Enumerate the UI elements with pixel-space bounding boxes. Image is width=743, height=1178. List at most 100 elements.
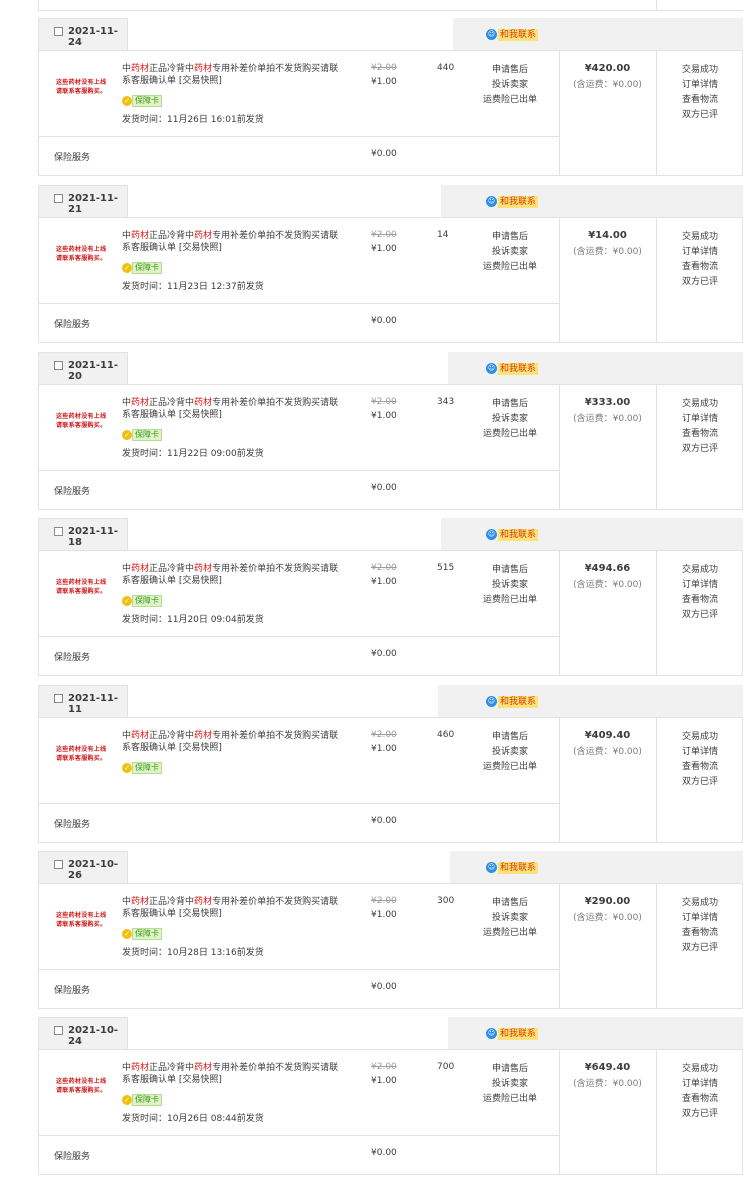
ship-time: 发货时间：11月22日 09:00前发货: [122, 449, 264, 459]
guarantee-card-badge[interactable]: ✓ 保障卡: [122, 428, 162, 441]
product-title-link[interactable]: 中药材正品冷背中药材专用补差价单拍不发货购买请联系客服确认单 [交易快照]: [122, 896, 347, 920]
complain-seller-link[interactable]: 投诉卖家: [480, 911, 540, 926]
view-logistics-link[interactable]: 查看物流: [682, 593, 718, 608]
order-detail-link[interactable]: 订单详情: [682, 1077, 718, 1092]
product-thumbnail[interactable]: 这些药材没有上线 请联系客服购买。: [56, 412, 116, 430]
freight-insurance-link[interactable]: 运费险已出单: [480, 427, 540, 442]
product-title-link[interactable]: 中药材正品冷背中药材专用补差价单拍不发货购买请联系客服确认单 [交易快照]: [122, 63, 347, 87]
product-thumbnail[interactable]: 这些药材没有上线 请联系客服购买。: [56, 745, 116, 763]
contact-seller-button[interactable]: ☺ 和我联系: [486, 695, 539, 708]
contact-seller-button[interactable]: ☺ 和我联系: [486, 861, 539, 874]
order-detail-link[interactable]: 订单详情: [682, 745, 718, 760]
total-amount: ¥420.00: [584, 63, 631, 74]
complain-seller-link[interactable]: 投诉卖家: [480, 578, 540, 593]
insurance-label: 保险服务: [54, 1152, 91, 1162]
review-status-link[interactable]: 双方已评: [682, 775, 718, 790]
order-checkbox[interactable]: [54, 27, 63, 36]
order-detail-link[interactable]: 订单详情: [682, 911, 718, 926]
shipping-fee: (含运费：¥0.00): [573, 80, 642, 90]
freight-insurance-link[interactable]: 运费险已出单: [480, 593, 540, 608]
order-checkbox[interactable]: [54, 361, 63, 370]
contact-seller-button[interactable]: ☺ 和我联系: [486, 195, 539, 208]
order-card: 2021-11-24 ☺ 和我联系 这些药材没有上线 请联系客服购买。 中药材正…: [38, 18, 743, 176]
insurance-amount: ¥0.00: [371, 316, 397, 326]
order-checkbox[interactable]: [54, 694, 63, 703]
apply-aftersale-link[interactable]: 申请售后: [480, 63, 540, 78]
view-logistics-link[interactable]: 查看物流: [682, 427, 718, 442]
view-logistics-link[interactable]: 查看物流: [682, 760, 718, 775]
product-thumbnail[interactable]: 这些药材没有上线 请联系客服购买。: [56, 1077, 116, 1095]
complain-seller-link[interactable]: 投诉卖家: [480, 1077, 540, 1092]
review-status-link[interactable]: 双方已评: [682, 275, 718, 290]
freight-insurance-link[interactable]: 运费险已出单: [480, 260, 540, 275]
view-logistics-link[interactable]: 查看物流: [682, 260, 718, 275]
freight-insurance-link[interactable]: 运费险已出单: [480, 1092, 540, 1107]
product-thumbnail[interactable]: 这些药材没有上线 请联系客服购买。: [56, 578, 116, 596]
total-amount: ¥649.40: [584, 1062, 631, 1073]
complain-seller-link[interactable]: 投诉卖家: [480, 745, 540, 760]
aftersale-links: 申请售后 投诉卖家 运费险已出单: [480, 896, 540, 941]
view-logistics-link[interactable]: 查看物流: [682, 93, 718, 108]
freight-insurance-link[interactable]: 运费险已出单: [480, 93, 540, 108]
apply-aftersale-link[interactable]: 申请售后: [480, 730, 540, 745]
order-detail-link[interactable]: 订单详情: [682, 412, 718, 427]
complain-seller-link[interactable]: 投诉卖家: [480, 78, 540, 93]
product-title-link[interactable]: 中药材正品冷背中药材专用补差价单拍不发货购买请联系客服确认单 [交易快照]: [122, 1062, 347, 1086]
order-checkbox[interactable]: [54, 860, 63, 869]
product-thumbnail[interactable]: 这些药材没有上线 请联系客服购买。: [56, 245, 116, 263]
product-title-link[interactable]: 中药材正品冷背中药材专用补差价单拍不发货购买请联系客服确认单 [交易快照]: [122, 730, 347, 754]
view-logistics-link[interactable]: 查看物流: [682, 926, 718, 941]
order-checkbox[interactable]: [54, 527, 63, 536]
product-thumbnail[interactable]: 这些药材没有上线 请联系客服购买。: [56, 911, 116, 929]
guarantee-card-badge[interactable]: ✓ 保障卡: [122, 261, 162, 274]
order-detail-link[interactable]: 订单详情: [682, 578, 718, 593]
insurance-label: 保险服务: [54, 153, 91, 163]
product-title-link[interactable]: 中药材正品冷背中药材专用补差价单拍不发货购买请联系客服确认单 [交易快照]: [122, 563, 347, 587]
product-title-link[interactable]: 中药材正品冷背中药材专用补差价单拍不发货购买请联系客服确认单 [交易快照]: [122, 397, 347, 421]
freight-insurance-link[interactable]: 运费险已出单: [480, 760, 540, 775]
contact-seller-button[interactable]: ☺ 和我联系: [486, 362, 539, 375]
aftersale-links: 申请售后 投诉卖家 运费险已出单: [480, 563, 540, 608]
quantity: 700: [437, 1062, 455, 1072]
insurance-amount: ¥0.00: [371, 149, 397, 159]
order-checkbox[interactable]: [54, 1026, 63, 1035]
contact-seller-button[interactable]: ☺ 和我联系: [486, 1027, 539, 1040]
order-card: 2021-11-18 ☺ 和我联系 这些药材没有上线 请联系客服购买。 中药材正…: [38, 518, 743, 676]
product-title-link[interactable]: 中药材正品冷背中药材专用补差价单拍不发货购买请联系客服确认单 [交易快照]: [122, 230, 347, 254]
review-status-link[interactable]: 双方已评: [682, 108, 718, 123]
contact-seller-button[interactable]: ☺ 和我联系: [486, 28, 539, 41]
shield-icon: ✓: [122, 262, 132, 273]
guarantee-card-badge[interactable]: ✓ 保障卡: [122, 594, 162, 607]
guarantee-card-badge[interactable]: ✓ 保障卡: [122, 761, 162, 774]
original-price: ¥2.00: [371, 896, 397, 906]
apply-aftersale-link[interactable]: 申请售后: [480, 397, 540, 412]
complain-seller-link[interactable]: 投诉卖家: [480, 245, 540, 260]
view-logistics-link[interactable]: 查看物流: [682, 1092, 718, 1107]
contact-seller-label: 和我联系: [498, 695, 539, 708]
apply-aftersale-link[interactable]: 申请售后: [480, 230, 540, 245]
order-detail-link[interactable]: 订单详情: [682, 78, 718, 93]
freight-insurance-link[interactable]: 运费险已出单: [480, 926, 540, 941]
order-date: 2021-11-24: [68, 26, 119, 48]
contact-seller-button[interactable]: ☺ 和我联系: [486, 528, 539, 541]
total-amount: ¥290.00: [584, 896, 631, 907]
guarantee-card-badge[interactable]: ✓ 保障卡: [122, 927, 162, 940]
order-date: 2021-11-21: [68, 193, 119, 215]
apply-aftersale-link[interactable]: 申请售后: [480, 896, 540, 911]
order-detail-link[interactable]: 订单详情: [682, 245, 718, 260]
complain-seller-link[interactable]: 投诉卖家: [480, 412, 540, 427]
order-header: 2021-11-21 ☺ 和我联系: [38, 185, 743, 217]
apply-aftersale-link[interactable]: 申请售后: [480, 563, 540, 578]
guarantee-card-badge[interactable]: ✓ 保障卡: [122, 94, 162, 107]
review-status-link[interactable]: 双方已评: [682, 608, 718, 623]
review-status-link[interactable]: 双方已评: [682, 442, 718, 457]
order-checkbox[interactable]: [54, 194, 63, 203]
review-status-link[interactable]: 双方已评: [682, 941, 718, 956]
product-thumbnail[interactable]: 这些药材没有上线 请联系客服购买。: [56, 78, 116, 96]
review-status-link[interactable]: 双方已评: [682, 1107, 718, 1122]
order-total: ¥14.00 (含运费：¥0.00): [560, 230, 655, 257]
apply-aftersale-link[interactable]: 申请售后: [480, 1062, 540, 1077]
guarantee-card-badge[interactable]: ✓ 保障卡: [122, 1093, 162, 1106]
original-price: ¥2.00: [371, 230, 397, 240]
unit-price: ¥1.00: [371, 77, 397, 87]
